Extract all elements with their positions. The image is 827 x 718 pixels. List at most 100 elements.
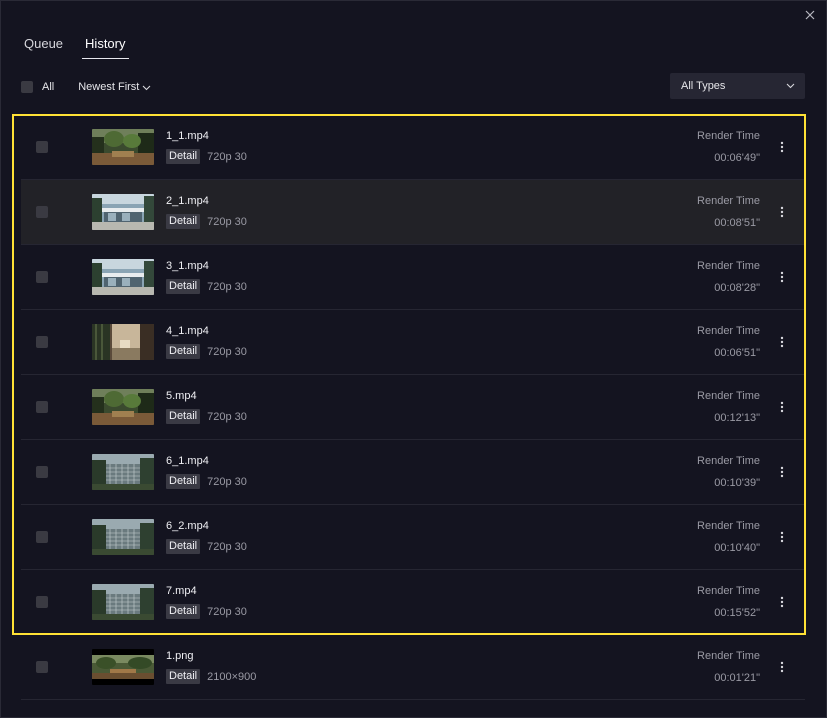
more-vertical-icon[interactable]: [777, 594, 787, 610]
tab-bar: Queue History: [23, 35, 147, 61]
file-meta: Detail 720p 30: [166, 474, 247, 489]
render-time-label: Render Time: [697, 325, 760, 337]
detail-badge[interactable]: Detail: [166, 474, 201, 489]
file-name: 6_2.mp4: [166, 520, 209, 532]
list-item[interactable]: 3_1.mp4 Detail 720p 30 Render Time 00:08…: [21, 245, 805, 310]
render-time-value: 00:12'13": [714, 412, 760, 424]
file-meta: Detail 720p 30: [166, 279, 247, 294]
resolution-fps: 2100×900: [207, 670, 257, 683]
resolution-fps: 720p 30: [207, 605, 247, 618]
sort-label: Newest First: [78, 81, 140, 93]
render-history-panel: Queue History All Newest First All Types: [0, 0, 827, 718]
file-name: 1_1.mp4: [166, 130, 209, 142]
resolution-fps: 720p 30: [207, 280, 247, 293]
list-item[interactable]: 6_1.mp4 Detail 720p 30 Render Time 00:10…: [21, 440, 805, 505]
file-name: 5.mp4: [166, 390, 197, 402]
list-item[interactable]: 7.mp4 Detail 720p 30 Render Time 00:15'5…: [21, 570, 805, 635]
render-time-label: Render Time: [697, 650, 760, 662]
detail-badge[interactable]: Detail: [166, 409, 201, 424]
file-meta: Detail 720p 30: [166, 539, 247, 554]
render-time-value: 00:06'51": [714, 347, 760, 359]
detail-badge[interactable]: Detail: [166, 214, 201, 229]
render-time-label: Render Time: [697, 130, 760, 142]
row-checkbox[interactable]: [36, 401, 48, 413]
render-time-value: 00:15'52": [714, 607, 760, 619]
video-thumbnail: [92, 519, 154, 555]
more-vertical-icon[interactable]: [777, 464, 787, 480]
more-vertical-icon[interactable]: [777, 334, 787, 350]
list-item[interactable]: 5.mp4 Detail 720p 30 Render Time 00:12'1…: [21, 375, 805, 440]
render-time-value: 00:10'40": [714, 542, 760, 554]
type-filter-label: All Types: [681, 80, 726, 92]
more-vertical-icon[interactable]: [777, 659, 787, 675]
list-item[interactable]: 1_1.mp4 Detail 720p 30 Render Time 00:06…: [21, 115, 805, 180]
resolution-fps: 720p 30: [207, 345, 247, 358]
video-thumbnail: [92, 259, 154, 295]
more-vertical-icon[interactable]: [777, 269, 787, 285]
more-vertical-icon[interactable]: [777, 139, 787, 155]
tab-history[interactable]: History: [82, 35, 129, 59]
file-meta: Detail 720p 30: [166, 344, 247, 359]
chevron-down-icon: [786, 80, 795, 92]
tab-queue[interactable]: Queue: [23, 35, 64, 59]
video-thumbnail: [92, 649, 154, 685]
detail-badge[interactable]: Detail: [166, 604, 201, 619]
file-meta: Detail 2100×900: [166, 669, 256, 684]
file-name: 6_1.mp4: [166, 455, 209, 467]
file-meta: Detail 720p 30: [166, 409, 247, 424]
close-icon[interactable]: [802, 7, 818, 23]
video-thumbnail: [92, 454, 154, 490]
file-name: 2_1.mp4: [166, 195, 209, 207]
file-name: 4_1.mp4: [166, 325, 209, 337]
resolution-fps: 720p 30: [207, 475, 247, 488]
row-checkbox[interactable]: [36, 596, 48, 608]
render-time-label: Render Time: [697, 195, 760, 207]
render-time-label: Render Time: [697, 390, 760, 402]
row-checkbox[interactable]: [36, 336, 48, 348]
type-filter-dropdown[interactable]: All Types: [670, 73, 805, 99]
video-thumbnail: [92, 389, 154, 425]
row-checkbox[interactable]: [36, 466, 48, 478]
render-time-label: Render Time: [697, 585, 760, 597]
video-thumbnail: [92, 324, 154, 360]
select-all-checkbox[interactable]: [21, 81, 33, 93]
resolution-fps: 720p 30: [207, 150, 247, 163]
render-time-value: 00:08'28": [714, 282, 760, 294]
render-time-value: 00:10'39": [714, 477, 760, 489]
list-item[interactable]: 6_2.mp4 Detail 720p 30 Render Time 00:10…: [21, 505, 805, 570]
file-name: 7.mp4: [166, 585, 197, 597]
list-item[interactable]: 2_1.mp4 Detail 720p 30 Render Time 00:08…: [21, 180, 805, 245]
sort-dropdown[interactable]: Newest First: [78, 81, 151, 94]
detail-badge[interactable]: Detail: [166, 669, 201, 684]
file-meta: Detail 720p 30: [166, 149, 247, 164]
render-time-label: Render Time: [697, 520, 760, 532]
video-thumbnail: [92, 584, 154, 620]
row-checkbox[interactable]: [36, 661, 48, 673]
detail-badge[interactable]: Detail: [166, 279, 201, 294]
file-name: 3_1.mp4: [166, 260, 209, 272]
video-thumbnail: [92, 194, 154, 230]
more-vertical-icon[interactable]: [777, 204, 787, 220]
row-checkbox[interactable]: [36, 531, 48, 543]
render-time-label: Render Time: [697, 455, 760, 467]
row-checkbox[interactable]: [36, 141, 48, 153]
file-meta: Detail 720p 30: [166, 604, 247, 619]
more-vertical-icon[interactable]: [777, 529, 787, 545]
detail-badge[interactable]: Detail: [166, 539, 201, 554]
resolution-fps: 720p 30: [207, 215, 247, 228]
list-item[interactable]: 4_1.mp4 Detail 720p 30 Render Time 00:06…: [21, 310, 805, 375]
detail-badge[interactable]: Detail: [166, 344, 201, 359]
row-checkbox[interactable]: [36, 206, 48, 218]
chevron-down-icon: [142, 82, 151, 94]
render-time-value: 00:06'49": [714, 152, 760, 164]
file-meta: Detail 720p 30: [166, 214, 247, 229]
file-name: 1.png: [166, 650, 194, 662]
more-vertical-icon[interactable]: [777, 399, 787, 415]
list-toolbar: All Newest First: [21, 79, 151, 95]
history-list: 1_1.mp4 Detail 720p 30 Render Time 00:06…: [21, 115, 805, 700]
row-checkbox[interactable]: [36, 271, 48, 283]
list-item[interactable]: 1.png Detail 2100×900 Render Time 00:01'…: [21, 635, 805, 700]
detail-badge[interactable]: Detail: [166, 149, 201, 164]
render-time-value: 00:08'51": [714, 217, 760, 229]
resolution-fps: 720p 30: [207, 540, 247, 553]
